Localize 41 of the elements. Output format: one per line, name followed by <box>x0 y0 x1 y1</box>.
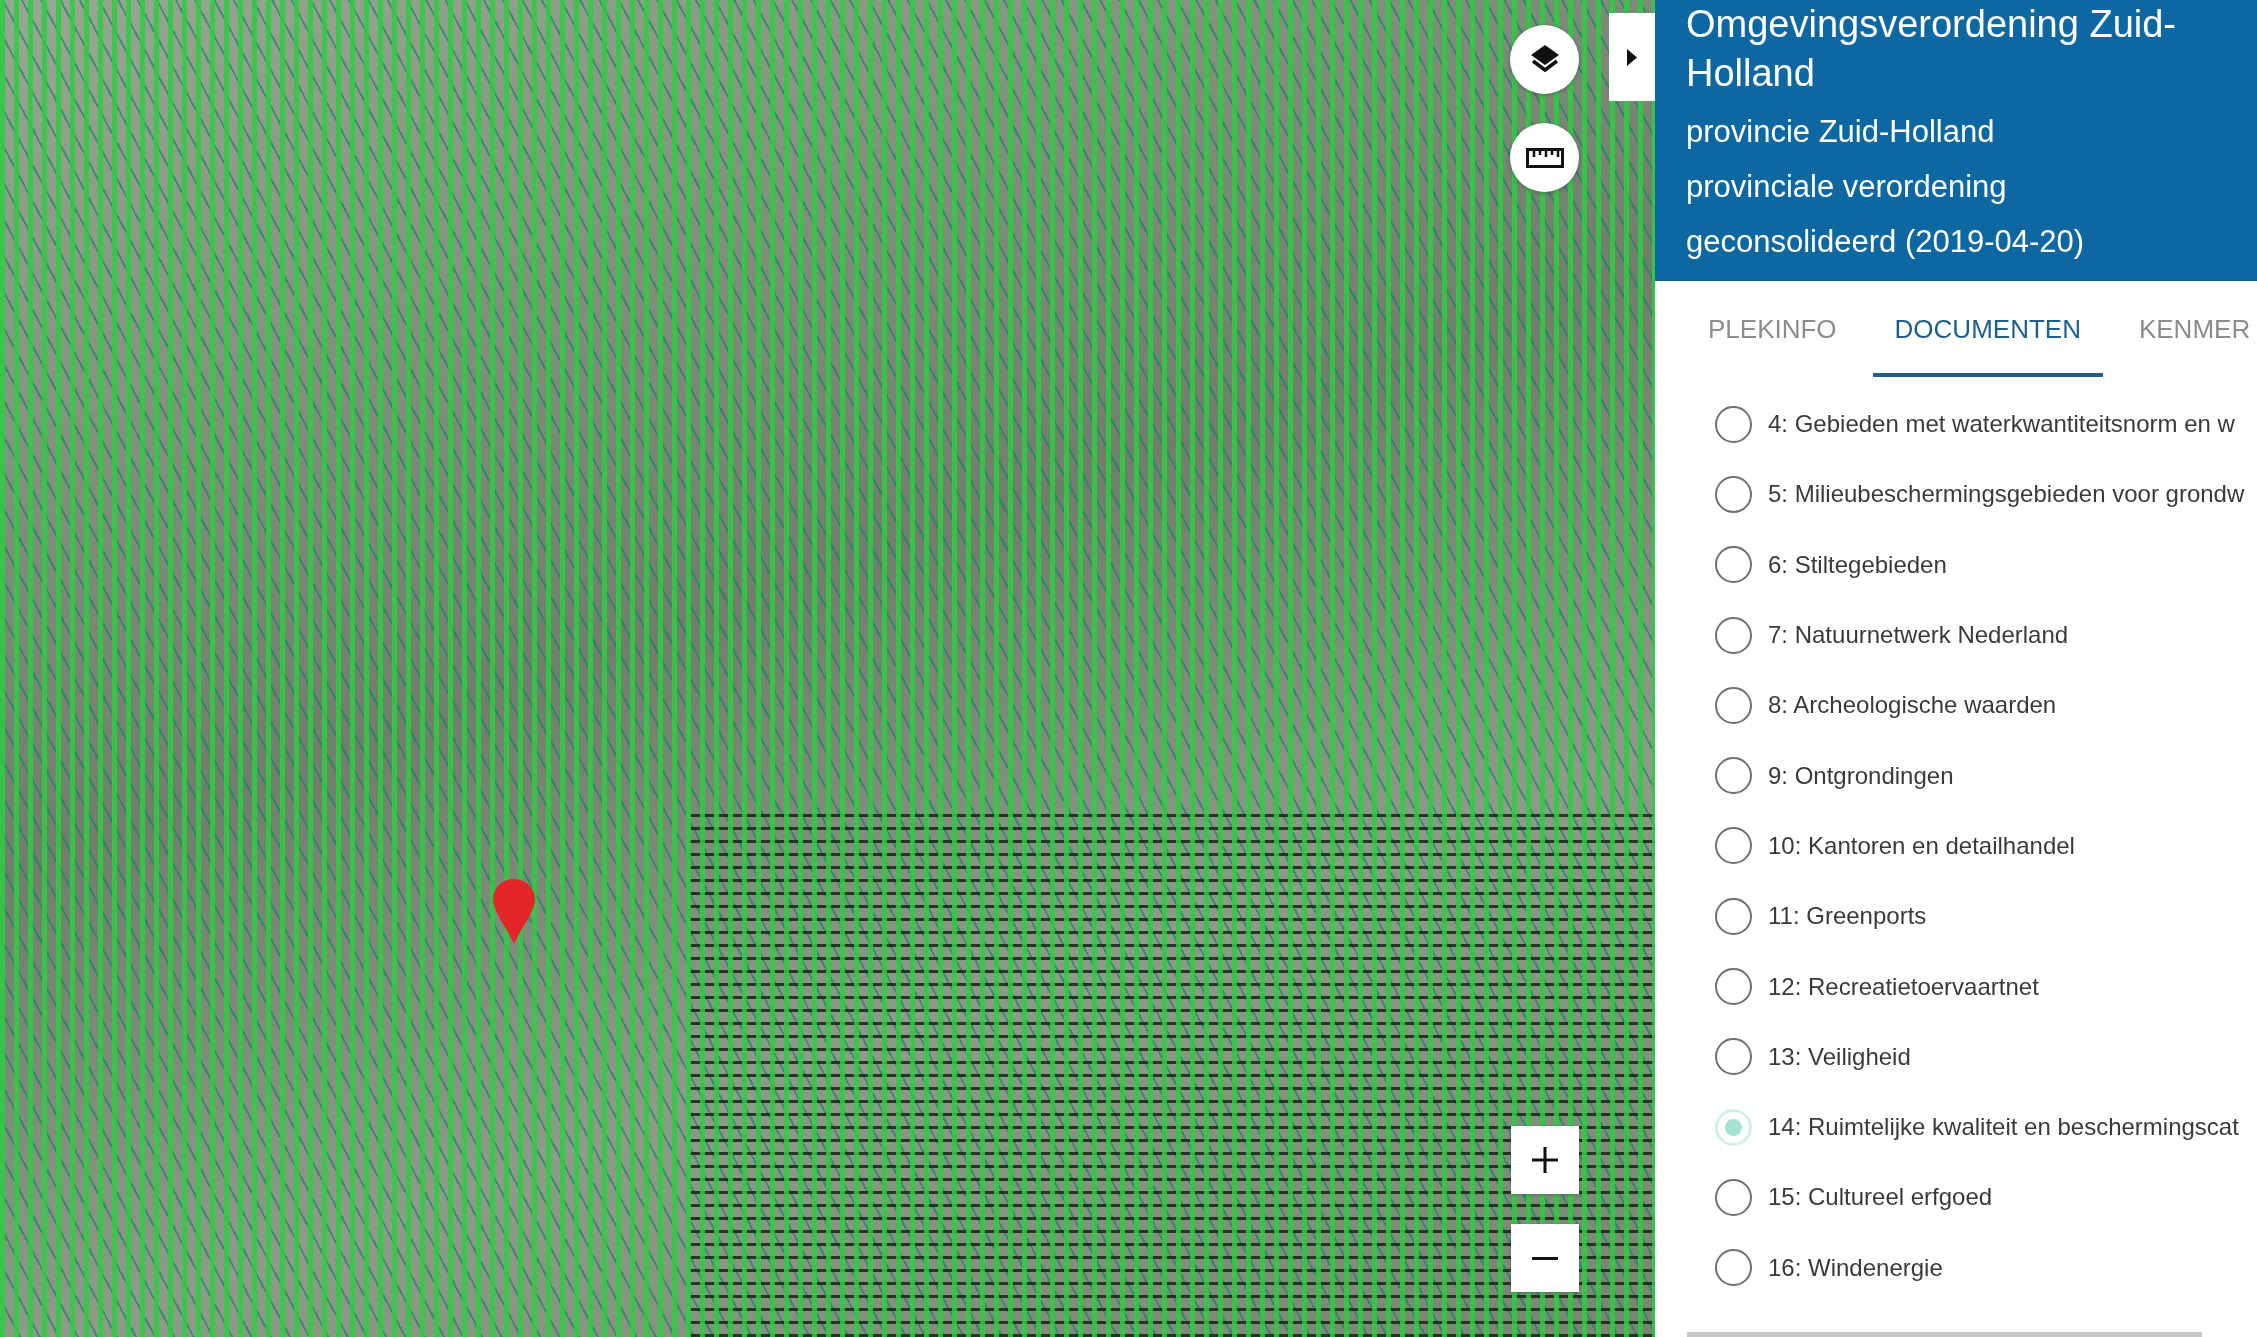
document-option-label[interactable]: 16: Windenergie <box>1768 1253 1943 1282</box>
document-subtitle: geconsolideerd (2019-04-20) <box>1686 223 2086 261</box>
document-option-label[interactable]: 5: Milieubeschermingsgebieden voor grondw <box>1768 480 2245 509</box>
document-option-label[interactable]: 10: Kantoren en detailhandel <box>1768 831 2075 860</box>
plus-icon <box>1532 1147 1558 1173</box>
radio-button[interactable] <box>1715 968 1752 1005</box>
document-option-label[interactable]: 11: Greenports <box>1768 902 1927 931</box>
minus-icon <box>1532 1256 1558 1260</box>
radio-button[interactable] <box>1715 1249 1752 1287</box>
document-option-label[interactable]: 12: Recreatietoervaartnet <box>1768 972 2039 1001</box>
document-option-label[interactable]: 15: Cultureel erfgoed <box>1768 1183 1993 1212</box>
caret-icon <box>1627 48 1637 66</box>
document-subtitle: provincie Zuid-Holland <box>1686 113 1996 151</box>
scrollbar-thumb[interactable] <box>1687 1332 2202 1337</box>
radio-button[interactable] <box>1715 405 1752 443</box>
document-option-label[interactable]: 7: Natuurnetwerk Nederland <box>1768 621 2069 650</box>
tab[interactable]: DOCUMENTEN <box>1872 281 2103 377</box>
panel-toggle-button[interactable] <box>1609 13 1655 101</box>
radio-button[interactable] <box>1715 827 1752 865</box>
radio-button[interactable] <box>1715 757 1752 795</box>
document-subtitle: provinciale verordening <box>1686 168 2008 206</box>
document-option-label[interactable]: 8: Archeologische waarden <box>1768 691 2057 720</box>
radio-button[interactable] <box>1715 475 1752 513</box>
radio-button[interactable] <box>1715 1178 1752 1216</box>
zoom-in-button[interactable] <box>1511 1126 1579 1194</box>
radio-button[interactable] <box>1715 1038 1752 1076</box>
document-option-label[interactable]: 14: Ruimtelijke kwaliteit en beschermingscat <box>1768 1113 2239 1142</box>
layers-icon <box>1530 44 1559 75</box>
map-pin-icon <box>493 879 535 944</box>
document-option-label[interactable]: 4: Gebieden met waterkwantiteitsnorm en w <box>1768 410 2235 439</box>
document-option-label[interactable]: 9: Ontgrondingen <box>1768 761 1954 790</box>
ruler-icon <box>1525 147 1564 168</box>
document-title: Omgevingsverordening Zuid-Holland <box>1686 2 2177 96</box>
radio-button[interactable] <box>1715 686 1752 724</box>
ruler-button[interactable] <box>1510 123 1579 192</box>
document-option-label[interactable]: 6: Stiltegebieden <box>1768 550 1947 579</box>
document-option-label[interactable]: 13: Veiligheid <box>1768 1042 1911 1071</box>
radio-button[interactable] <box>1715 616 1752 654</box>
radio-button[interactable] <box>1715 546 1752 584</box>
radio-button[interactable] <box>1715 897 1752 935</box>
layers-button[interactable] <box>1510 25 1579 94</box>
